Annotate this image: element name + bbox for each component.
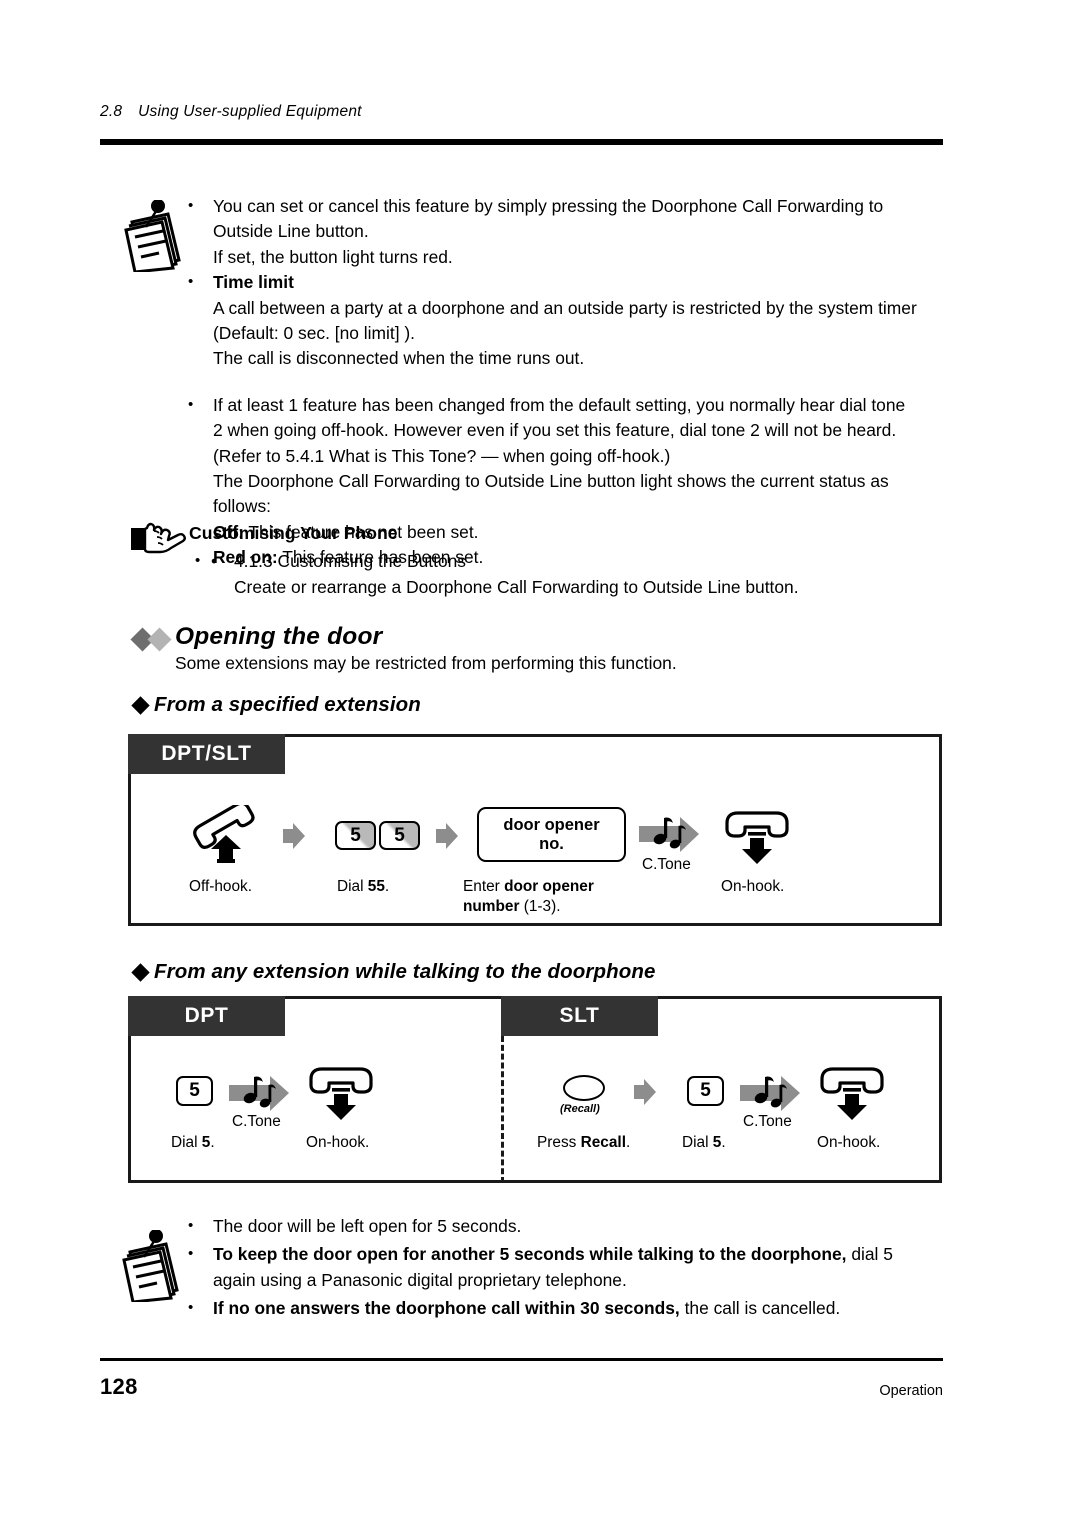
step-caption: Press Recall.: [537, 1134, 631, 1151]
diagram-tab-dpt: DPT: [128, 996, 285, 1036]
key-5-slt[interactable]: 5: [687, 1076, 724, 1106]
arrow-right-icon: [634, 1079, 656, 1110]
step-caption: On-hook.: [306, 1134, 370, 1151]
ctone-label: C.Tone: [232, 1113, 281, 1130]
customising-block: Customising Your Phone • 4.1.3 Customisi…: [189, 521, 949, 600]
footer-rule: [100, 1358, 943, 1361]
step-caption: Off-hook.: [189, 878, 253, 895]
handset-on-hook-icon: [303, 1065, 379, 1126]
header-rule: [100, 139, 943, 145]
arrow-right-icon: [283, 823, 305, 854]
panel-divider: [501, 1036, 504, 1183]
step-caption: On-hook.: [817, 1134, 881, 1151]
note-block-bottom: The door will be left open for 5 seconds…: [182, 1213, 952, 1322]
note-pad-icon: [122, 1229, 184, 1307]
list-item: You can set or cancel this feature by si…: [182, 193, 947, 270]
key-5-first[interactable]: 5: [335, 821, 376, 850]
recall-key-icon[interactable]: [563, 1075, 605, 1101]
diamond-bullet-icon: [131, 696, 150, 715]
note-block-top: You can set or cancel this feature by si…: [182, 193, 947, 571]
arrow-right-icon: [436, 823, 458, 854]
subsection-1-heading: From a specified extension: [154, 693, 421, 716]
page-header: 2.8 Using User-supplied Equipment: [100, 103, 362, 121]
handset-on-hook-icon: [719, 809, 795, 870]
pointing-hand-icon: [130, 519, 186, 562]
step-caption: Dial 55.: [337, 878, 390, 895]
recall-key-label: (Recall): [560, 1103, 600, 1115]
list-item: • 4.1.3 Customising the Buttons: [189, 548, 949, 574]
step-caption: Dial 5.: [171, 1134, 215, 1151]
step-caption: Enter door opener number (1-3).: [463, 878, 594, 915]
list-item: The door will be left open for 5 seconds…: [182, 1213, 952, 1239]
key-5-dpt[interactable]: 5: [176, 1076, 213, 1106]
customising-title: Customising Your Phone: [189, 523, 398, 543]
handset-off-hook-icon: [189, 801, 265, 868]
key-5-second[interactable]: 5: [379, 821, 420, 850]
diamond-bullet-light-icon: [147, 627, 172, 652]
tone-arrow-icon: [639, 815, 699, 860]
page-title: Opening the door: [175, 623, 383, 650]
subsection-2-heading: From any extension while talking to the …: [154, 960, 656, 983]
footer-section-label: Operation: [879, 1383, 943, 1399]
step-caption: Dial 5.: [682, 1134, 726, 1151]
page-number: 128: [100, 1374, 138, 1399]
list-item: Time limit A call between a party at a d…: [182, 269, 947, 372]
diagram-box-dpt-slt-split: DPT SLT 5 Dial 5. C.Tone On-hook. (Recal…: [128, 996, 942, 1183]
diagram-tab-slt: SLT: [501, 996, 658, 1036]
step-caption: On-hook.: [721, 878, 785, 895]
list-item: If no one answers the doorphone call wit…: [182, 1295, 952, 1321]
document-page: 2.8 Using User-supplied Equipment You can…: [0, 0, 1080, 1528]
header-section-number: 2.8: [100, 103, 123, 120]
ctone-label: C.Tone: [642, 856, 691, 873]
note-pad-icon: [124, 199, 186, 277]
diagram-tab-dpt-slt: DPT/SLT: [128, 734, 285, 774]
handset-on-hook-icon: [814, 1065, 890, 1126]
door-opener-number-key[interactable]: door opener no.: [477, 807, 626, 862]
list-item: To keep the door open for another 5 seco…: [182, 1241, 952, 1293]
ctone-label: C.Tone: [743, 1113, 792, 1130]
header-section-title: Using User-supplied Equipment: [138, 103, 362, 120]
diamond-bullet-icon: [131, 963, 150, 982]
diagram-box-dpt-slt: DPT/SLT Off-hook. 5 5 Dial 55. door open…: [128, 734, 942, 926]
customising-detail: Create or rearrange a Doorphone Call For…: [234, 576, 799, 597]
opening-intro-text: Some extensions may be restricted from p…: [175, 653, 677, 673]
